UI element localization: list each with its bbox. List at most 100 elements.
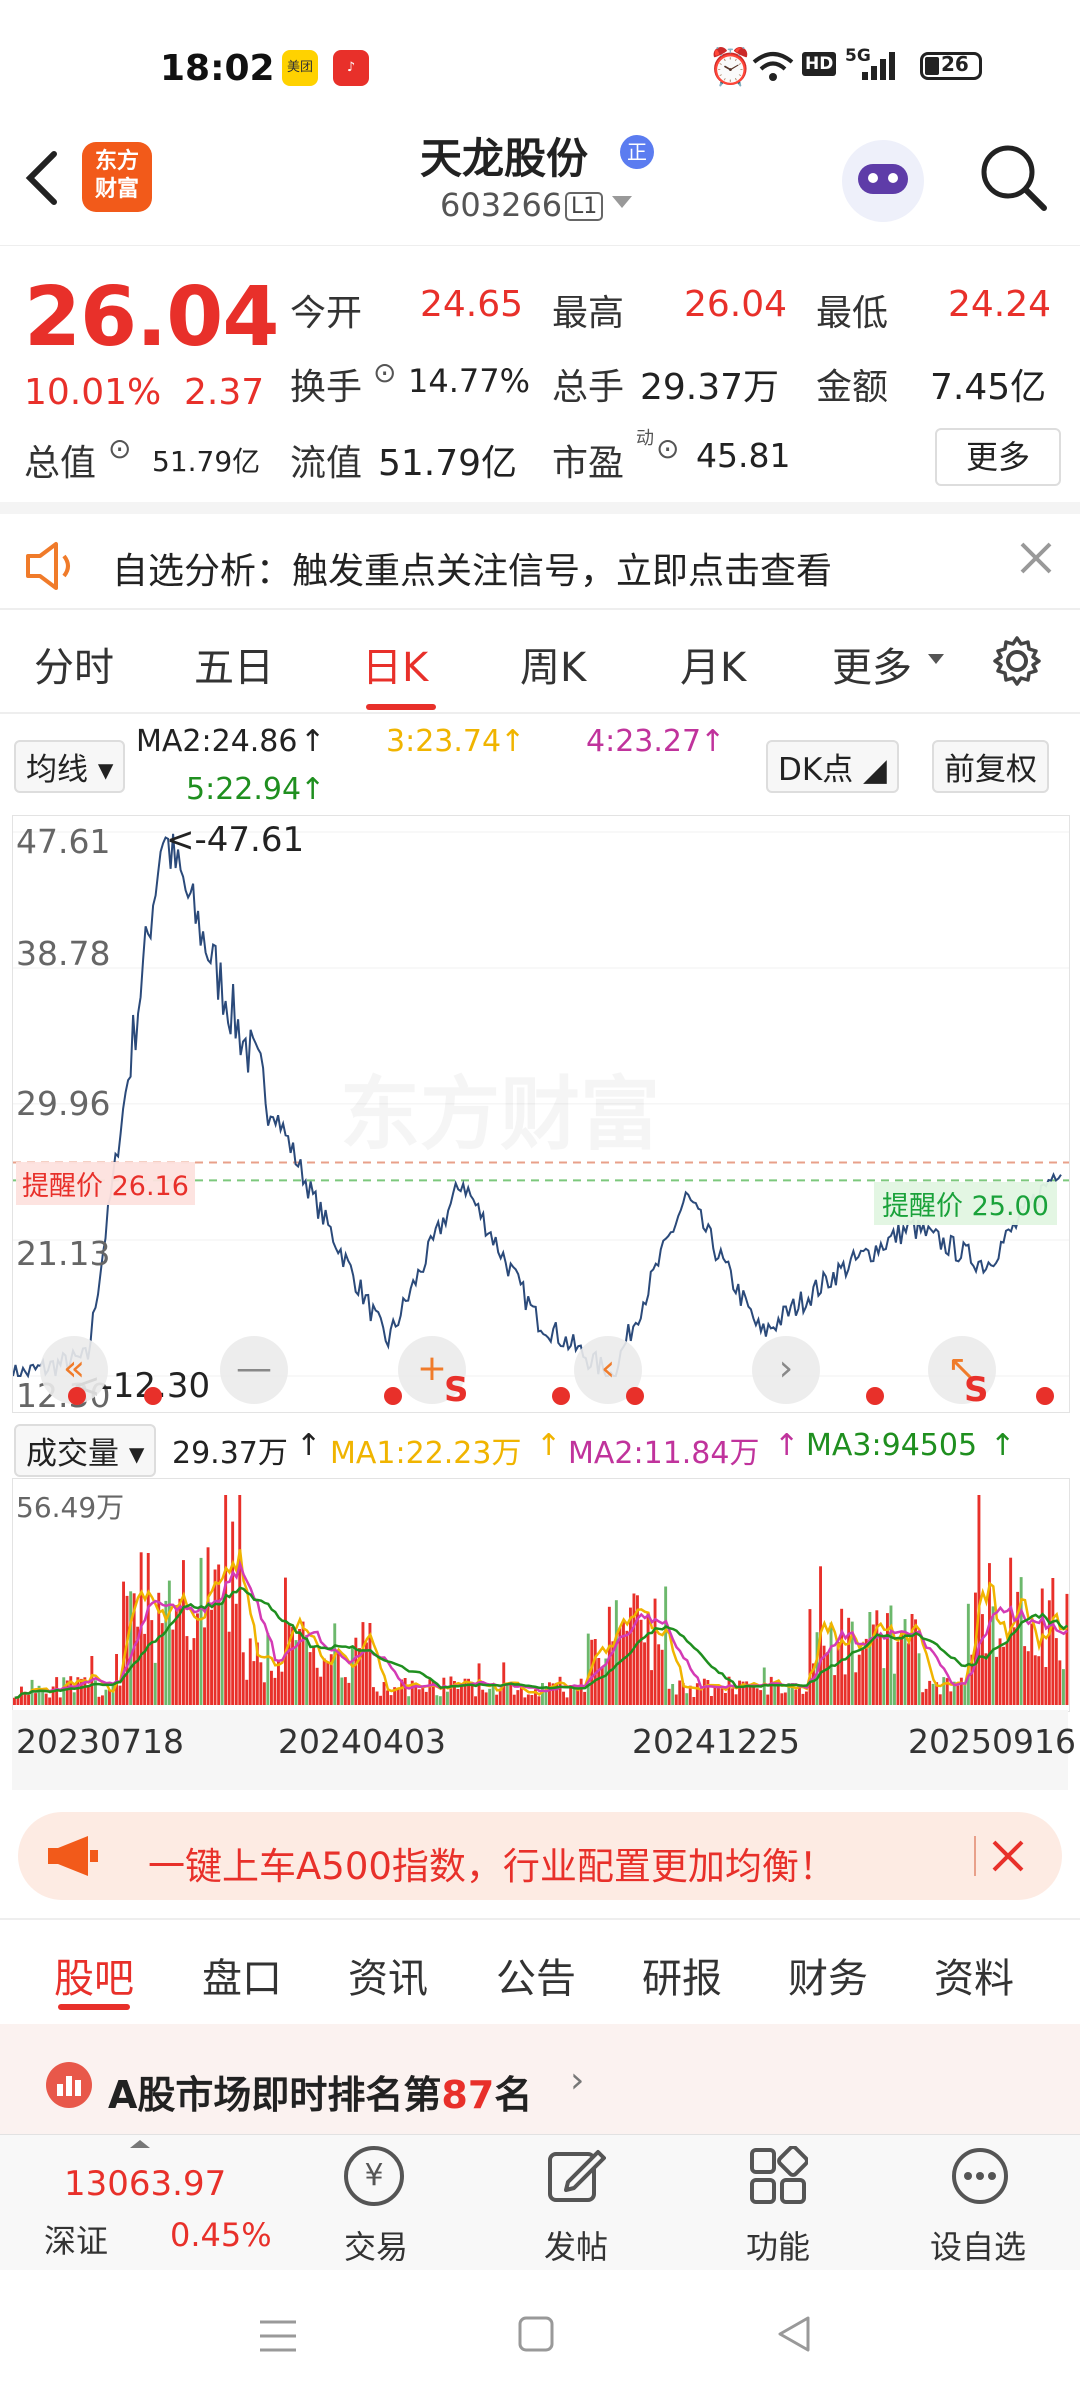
- back-icon[interactable]: [774, 2314, 814, 2354]
- volume-bar: [280, 1671, 284, 1705]
- tab-research[interactable]: 研报: [642, 1946, 722, 2004]
- more-quote-button[interactable]: 更多: [935, 428, 1061, 486]
- volume-bar: [664, 1586, 668, 1705]
- volume-bar: [896, 1641, 900, 1705]
- volume-bar: [375, 1691, 379, 1705]
- volume-chart[interactable]: [12, 1478, 1070, 1712]
- tab-announcement[interactable]: 公告: [496, 1946, 576, 2004]
- nav-functions[interactable]: 功能: [746, 2222, 810, 2268]
- home-icon[interactable]: [516, 2314, 556, 2354]
- chevron-up-icon[interactable]: [130, 2140, 150, 2148]
- tab-news[interactable]: 资讯: [348, 1946, 428, 2004]
- alert-price-red[interactable]: 提醒价 26.16: [16, 1162, 195, 1205]
- volume-bar: [1005, 1642, 1009, 1705]
- rank-text[interactable]: A股市场即时排名第87名: [108, 2064, 532, 2119]
- volume-bar: [350, 1645, 354, 1705]
- menu-icon[interactable]: [256, 2316, 300, 2356]
- volume-bar: [182, 1560, 185, 1705]
- tab-more[interactable]: 更多: [832, 635, 912, 693]
- robot-assistant-icon[interactable]: [842, 140, 924, 222]
- ma-selector[interactable]: 均线 ▾: [14, 740, 126, 793]
- tab-finance[interactable]: 财务: [788, 1946, 868, 2004]
- volume-bar: [523, 1697, 527, 1705]
- tab-pankou[interactable]: 盘口: [202, 1946, 282, 2004]
- scroll-right-icon[interactable]: ›: [752, 1336, 820, 1404]
- rank-prefix: A股市场即时排名第: [108, 2073, 442, 2117]
- trade-yen-icon[interactable]: ¥: [344, 2146, 404, 2206]
- level-badge[interactable]: L1: [565, 192, 604, 221]
- divider: [0, 1918, 1080, 1920]
- volume-bar: [565, 1697, 569, 1705]
- volume-bar: [270, 1670, 273, 1705]
- alert-price-green[interactable]: 提醒价 25.00: [874, 1182, 1057, 1225]
- volume-bar: [576, 1690, 580, 1705]
- volume-bar: [548, 1682, 551, 1705]
- volume-bar: [984, 1653, 988, 1705]
- index-percent[interactable]: 0.45%: [170, 2216, 272, 2254]
- tab-weekly-k[interactable]: 周K: [520, 635, 586, 693]
- adjust-mode-button[interactable]: 前复权: [932, 740, 1049, 793]
- back-arrow-icon[interactable]: [22, 150, 62, 206]
- compose-post-icon[interactable]: [546, 2146, 606, 2206]
- volume-bar: [516, 1690, 520, 1705]
- volume-bar: [981, 1614, 984, 1705]
- settings-gear-icon[interactable]: [990, 634, 1044, 688]
- tab-intraday[interactable]: 分时: [34, 635, 114, 693]
- volume-bar: [277, 1660, 280, 1705]
- pe-label: 市盈: [552, 443, 625, 484]
- volume-bar: [424, 1691, 428, 1705]
- ma3-value: 3:23.74: [386, 724, 502, 759]
- volume-bar: [150, 1620, 154, 1705]
- info-icon[interactable]: ⊙: [656, 432, 679, 465]
- alarm-icon: ⏰: [708, 47, 753, 88]
- volume-selector[interactable]: 成交量 ▾: [14, 1424, 157, 1477]
- index-name[interactable]: 深证: [44, 2216, 108, 2262]
- dk-point-button[interactable]: DK点 ◢: [766, 740, 899, 793]
- nav-add-watchlist[interactable]: 设自选: [930, 2222, 1026, 2268]
- functions-grid-icon[interactable]: [748, 2146, 808, 2206]
- volume-selector-label: 成交量: [26, 1436, 119, 1472]
- volume-bar: [118, 1685, 122, 1705]
- divider: [974, 1836, 976, 1876]
- nav-trade[interactable]: 交易: [344, 2222, 408, 2268]
- chevron-down-icon[interactable]: [928, 654, 944, 664]
- volume-bar: [755, 1688, 759, 1705]
- volume-bar: [537, 1696, 541, 1705]
- volume-bar: [333, 1623, 337, 1705]
- info-icon[interactable]: ⊙: [108, 432, 131, 465]
- index-value[interactable]: 13063.97: [64, 2164, 226, 2204]
- tab-monthly-k[interactable]: 月K: [680, 635, 746, 693]
- arrow-up-icon: ↑: [700, 724, 726, 759]
- chevron-right-icon[interactable]: ›: [570, 2060, 584, 2101]
- meituan-icon: 美团: [282, 50, 318, 86]
- max-price-label: <-47.61: [166, 820, 305, 860]
- promo-text[interactable]: 一键上车A500指数，行业配置更加均衡！: [148, 1836, 836, 1890]
- search-icon[interactable]: [978, 142, 1050, 214]
- volume-bar: [509, 1682, 513, 1705]
- tab-guba[interactable]: 股吧: [54, 1946, 134, 2004]
- info-icon[interactable]: ⊙: [373, 356, 396, 389]
- volume-bar: [907, 1643, 910, 1705]
- tab-five-day[interactable]: 五日: [194, 635, 274, 693]
- eastmoney-logo[interactable]: 东方 财富: [82, 142, 152, 212]
- volume-bar: [505, 1685, 509, 1705]
- alert-message[interactable]: 自选分析：触发重点关注信号，立即点击查看: [112, 542, 832, 594]
- volume-bar: [203, 1627, 206, 1705]
- signal-dot: [68, 1387, 86, 1405]
- volume-bar: [146, 1553, 150, 1705]
- volume-bar: [900, 1631, 903, 1705]
- tab-profile[interactable]: 资料: [934, 1946, 1014, 2004]
- close-icon[interactable]: [990, 1838, 1026, 1874]
- volume-bar: [287, 1623, 291, 1705]
- volume-max-label: 56.49万: [16, 1491, 125, 1524]
- volume-bar: [1030, 1623, 1034, 1705]
- zoom-out-icon[interactable]: —: [220, 1336, 288, 1404]
- chevron-down-icon[interactable]: [612, 196, 632, 208]
- close-icon[interactable]: [1018, 540, 1054, 576]
- volume-bar: [294, 1640, 298, 1705]
- arrow-up-icon: ↑: [300, 772, 326, 807]
- nav-post[interactable]: 发帖: [544, 2222, 608, 2268]
- change-percent: 10.01%: [24, 372, 162, 413]
- tab-daily-k[interactable]: 日K: [362, 635, 428, 693]
- more-dots-icon[interactable]: [950, 2146, 1010, 2206]
